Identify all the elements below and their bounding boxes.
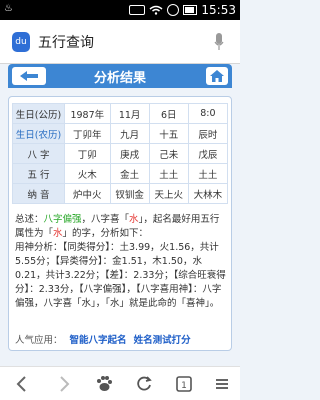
- back-nav-icon[interactable]: [12, 374, 32, 394]
- table-row: 纳 音 炉中火 钗钏金 天上火 大林木: [12, 183, 229, 204]
- paw-home-icon[interactable]: [94, 374, 114, 394]
- table-cell: 火木: [64, 163, 111, 184]
- table-row: 生日(农历) 丁卯年 九月 十五 辰时: [12, 123, 229, 144]
- baidu-logo-icon[interactable]: du: [12, 32, 30, 52]
- page-header: 分析结果: [8, 64, 232, 88]
- search-query[interactable]: 五行查询: [38, 32, 94, 52]
- menu-icon[interactable]: [212, 374, 232, 394]
- summary-text: ，八字喜「: [81, 214, 130, 225]
- row-header-lunar-birthday: 生日(农历): [12, 123, 65, 144]
- row-header-nayin: 纳 音: [12, 183, 65, 204]
- table-cell: 土土: [187, 163, 229, 184]
- summary-element: 水: [53, 228, 63, 239]
- status-time: 15:53: [201, 3, 236, 17]
- popular-apps-label: 人气应用：: [15, 335, 63, 346]
- page-title: 分析结果: [93, 71, 146, 86]
- table-cell: 土土: [148, 163, 189, 184]
- table-cell: 己未: [148, 143, 189, 164]
- table-cell: 炉中火: [64, 183, 111, 204]
- svg-text:1: 1: [181, 381, 187, 391]
- summary-strength: 八字偏强: [43, 214, 82, 225]
- baidu-status-icon: ♨: [4, 3, 13, 14]
- analysis-paragraph: 用神分析：【同类得分】：土3.99，火1.56，共计5.55分；【异类得分】：金…: [15, 242, 226, 309]
- tabs-icon[interactable]: 1: [174, 374, 194, 394]
- summary-text: 」的字，分析如下：: [62, 228, 149, 239]
- wifi-icon: [149, 5, 163, 15]
- summary-paragraph: 总述：八字偏强，八字喜「水」，起名最好用五行属性为「水」的字，分析如下：: [15, 213, 227, 241]
- popular-apps: 人气应用： 智能八字起名 姓名测试打分: [15, 335, 227, 347]
- row-header-bazi: 八 字: [12, 143, 65, 164]
- link-smart-naming[interactable]: 智能八字起名: [70, 335, 127, 346]
- table-cell: 钗钏金: [109, 183, 150, 204]
- table-cell: 十五: [148, 123, 189, 144]
- table-cell: 丁卯年: [64, 123, 111, 144]
- table-cell: 天上火: [148, 183, 189, 204]
- analysis-summary: 总述：八字偏强，八字喜「水」，起名最好用五行属性为「水」的字，分析如下： 用神分…: [15, 213, 227, 311]
- bazi-table: 生日(公历) 1987年 11月 6日 8:0 生日(农历) 丁卯年 九月 十五…: [12, 103, 229, 204]
- table-row: 八 字 丁卯 庚戌 己未 戊辰: [12, 143, 229, 164]
- row-header-solar-birthday: 生日(公历): [12, 103, 65, 124]
- table-cell: 金土: [109, 163, 150, 184]
- row-header-wuxing: 五 行: [12, 163, 65, 184]
- refresh-icon[interactable]: [134, 374, 154, 394]
- table-cell: 戊辰: [187, 143, 229, 164]
- summary-element: 水: [129, 214, 139, 225]
- table-cell: 6日: [148, 103, 189, 124]
- home-button[interactable]: [206, 67, 228, 85]
- status-right: 15:53: [129, 2, 236, 18]
- link-name-test[interactable]: 姓名测试打分: [134, 335, 191, 346]
- battery-icon: [183, 5, 198, 15]
- table-cell: 九月: [109, 123, 150, 144]
- search-bar[interactable]: du 五行查询: [0, 20, 240, 64]
- table-cell: 大林木: [187, 183, 229, 204]
- table-cell: 辰时: [187, 123, 229, 144]
- table-cell: 8:0: [187, 103, 229, 124]
- status-bar: ♨ 15:53: [0, 0, 240, 20]
- home-icon: [210, 70, 224, 82]
- result-card: 生日(公历) 1987年 11月 6日 8:0 生日(农历) 丁卯年 九月 十五…: [8, 96, 232, 351]
- table-cell: 庚戌: [109, 143, 150, 164]
- summary-label: 总述：: [15, 214, 44, 225]
- table-cell: 1987年: [64, 103, 111, 124]
- table-cell: 11月: [109, 103, 150, 124]
- table-cell: 丁卯: [64, 143, 111, 164]
- table-row: 生日(公历) 1987年 11月 6日 8:0: [12, 103, 229, 124]
- table-row: 五 行 火木 金土 土土 土土: [12, 163, 229, 184]
- forward-nav-icon[interactable]: [54, 374, 74, 394]
- alarm-icon: [167, 4, 180, 16]
- microphone-icon[interactable]: [214, 32, 224, 52]
- sim-icon: [129, 5, 146, 15]
- bottom-toolbar: 1: [0, 366, 240, 400]
